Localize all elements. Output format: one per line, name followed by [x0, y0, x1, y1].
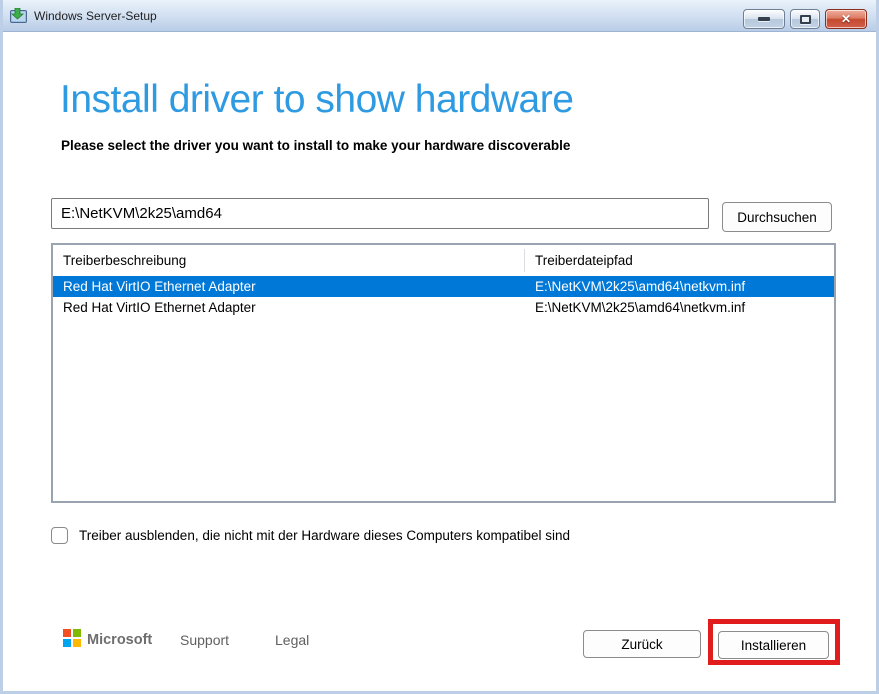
- browse-button[interactable]: Durchsuchen: [722, 202, 832, 232]
- minimize-button[interactable]: [743, 9, 785, 29]
- driver-list: Treiberbeschreibung Treiberdateipfad Red…: [51, 243, 836, 503]
- hide-incompatible-row: Treiber ausblenden, die nicht mit der Ha…: [51, 527, 570, 544]
- windows-server-setup-dialog: Windows Server-Setup ✕ Install driver to…: [0, 0, 879, 694]
- column-divider[interactable]: [524, 249, 525, 272]
- page-subtitle: Please select the driver you want to ins…: [61, 138, 570, 153]
- driver-description: Red Hat VirtIO Ethernet Adapter: [53, 300, 525, 315]
- driver-row-selected[interactable]: Red Hat VirtIO Ethernet Adapter E:\NetKV…: [53, 276, 834, 297]
- install-button[interactable]: Installieren: [718, 631, 829, 659]
- driver-list-header: Treiberbeschreibung Treiberdateipfad: [53, 245, 834, 276]
- close-icon: ✕: [841, 13, 851, 25]
- back-button[interactable]: Zurück: [583, 630, 701, 658]
- maximize-icon: [800, 15, 811, 24]
- ms-logo-yellow: [73, 639, 81, 647]
- driver-row[interactable]: Red Hat VirtIO Ethernet Adapter E:\NetKV…: [53, 297, 834, 318]
- driver-path: E:\NetKVM\2k25\amd64\netkvm.inf: [525, 300, 834, 315]
- driver-path-input[interactable]: [51, 198, 709, 229]
- close-button[interactable]: ✕: [825, 9, 867, 29]
- ms-logo-blue: [63, 639, 71, 647]
- column-header-path[interactable]: Treiberdateipfad: [525, 253, 834, 268]
- column-header-description[interactable]: Treiberbeschreibung: [53, 253, 525, 268]
- page-title: Install driver to show hardware: [60, 78, 573, 122]
- minimize-icon: [758, 17, 770, 21]
- titlebar[interactable]: Windows Server-Setup ✕: [0, 0, 879, 32]
- legal-link[interactable]: Legal: [275, 632, 309, 648]
- microsoft-brand-label: Microsoft: [87, 632, 152, 648]
- window-title: Windows Server-Setup: [34, 9, 157, 23]
- driver-description: Red Hat VirtIO Ethernet Adapter: [53, 279, 525, 294]
- installer-icon: [10, 8, 27, 23]
- hide-incompatible-label[interactable]: Treiber ausblenden, die nicht mit der Ha…: [79, 528, 570, 543]
- ms-logo-red: [63, 629, 71, 637]
- support-link[interactable]: Support: [180, 632, 229, 648]
- driver-path: E:\NetKVM\2k25\amd64\netkvm.inf: [525, 279, 834, 294]
- maximize-button[interactable]: [790, 9, 820, 29]
- ms-logo-green: [73, 629, 81, 637]
- hide-incompatible-checkbox[interactable]: [51, 527, 68, 544]
- microsoft-logo-icon: [63, 629, 81, 647]
